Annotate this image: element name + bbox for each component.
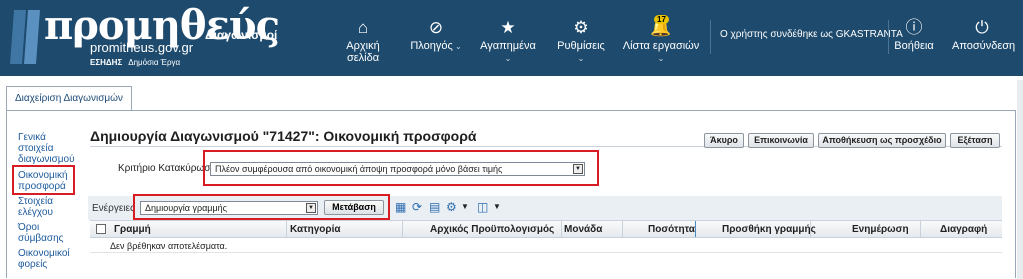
sidebar-item-contract-terms[interactable]: Όροι σύμβασης	[18, 222, 64, 244]
column-divider	[695, 221, 696, 237]
logo-site: promitheus.gov.gr	[90, 40, 194, 55]
column-header-delete[interactable]: Διαγραφή	[940, 224, 987, 235]
column-divider	[402, 221, 403, 237]
column-divider	[810, 221, 811, 237]
chevron-down-icon[interactable]: ▼	[461, 202, 469, 211]
columns-icon[interactable]: ◫	[477, 200, 488, 214]
nav-divider	[888, 20, 889, 54]
empty-results-row: Δεν βρέθηκαν αποτελέσματα.	[90, 238, 1002, 253]
logo-esidis: ΕΣΗΔΗΣ Δημόσια Έργα	[90, 58, 181, 67]
help-icon: ⓘ	[905, 18, 923, 37]
column-header-quantity[interactable]: Ποσότητα	[648, 224, 695, 235]
nav-worklist[interactable]: 🔔 17 Λίστα εργασιών ⌄	[620, 15, 702, 64]
column-divider	[920, 221, 921, 237]
column-header-add-line[interactable]: Προσθήκη γραμμής	[722, 224, 816, 235]
highlight-box-actions	[133, 194, 390, 220]
column-header-line[interactable]: Γραμμή	[114, 224, 151, 235]
chevron-down-icon: ⌄	[504, 54, 512, 63]
sidebar-item-operators[interactable]: Οικονομικοί φορείς	[18, 248, 70, 270]
column-header-category[interactable]: Κατηγορία	[290, 224, 341, 235]
chevron-down-icon: ⌄	[577, 54, 585, 63]
logout-button[interactable]: ⏻ Αποσύνδεση	[952, 18, 1015, 52]
column-divider	[286, 221, 287, 237]
column-divider	[561, 221, 562, 237]
gear-icon: ⚙	[573, 18, 589, 37]
power-icon: ⏻	[975, 18, 989, 37]
nav-settings[interactable]: ⚙ Ρυθμίσεις ⌄	[553, 18, 609, 64]
refresh-icon[interactable]: ⟳	[412, 200, 422, 214]
column-header-update[interactable]: Ενημέρωση	[852, 224, 909, 235]
save-draft-button[interactable]: Αποθήκευση ως προσχέδιο	[818, 133, 946, 148]
review-button[interactable]: Εξέταση	[950, 133, 1000, 148]
navigator-icon: ⊘	[428, 18, 444, 37]
tab-bar: Διαχείριση Διαγωνισμών	[0, 82, 1023, 110]
chevron-down-icon[interactable]: ▼	[493, 202, 501, 211]
worklist-count-badge: 17	[654, 15, 669, 24]
cancel-button[interactable]: Άκυρο	[704, 133, 744, 148]
prometheus-logo-icon	[10, 10, 40, 64]
detach-icon[interactable]: ▦	[395, 200, 406, 214]
home-icon: ⌂	[357, 18, 369, 37]
select-all-checkbox[interactable]	[96, 224, 106, 234]
column-divider	[622, 221, 623, 237]
logged-in-user: Ο χρήστης συνδέθηκε ως GKASTRANTA	[720, 29, 903, 40]
gear-icon[interactable]: ⚙	[446, 200, 457, 214]
export-icon[interactable]: ▤	[429, 200, 440, 214]
actions-label: Ενέργειες	[92, 203, 135, 214]
highlight-box-sidebar	[12, 165, 75, 195]
page-title: Δημιουργία Διαγωνισμού "71427": Οικονομι…	[90, 128, 477, 144]
star-icon: ★	[500, 18, 516, 37]
top-banner: προμηθεύς Διαγωνισμοί promitheus.gov.gr …	[0, 0, 1023, 76]
help-button[interactable]: ⓘ Βοήθεια	[892, 18, 936, 52]
right-gutter	[1017, 80, 1023, 279]
nav-navigator[interactable]: ⊘ Πλοηγός ⌄	[410, 18, 462, 52]
highlight-box-criterion	[203, 150, 599, 186]
sidebar-item-general[interactable]: Γενικά στοιχεία διαγωνισμού	[18, 132, 75, 165]
logo-section-label: Διαγωνισμοί	[205, 28, 278, 42]
sidebar-item-audit[interactable]: Στοιχεία ελέγχου	[18, 196, 53, 218]
column-header-initial-budget[interactable]: Αρχικός Προϋπολογισμός	[430, 224, 554, 235]
nav-home[interactable]: ⌂ Αρχική σελίδα	[333, 18, 393, 64]
tab-contest-management[interactable]: Διαχείριση Διαγωνισμών	[6, 86, 132, 110]
column-header-unit[interactable]: Μονάδα	[564, 224, 602, 235]
contact-button[interactable]: Επικοινωνία	[748, 133, 814, 148]
chevron-down-icon: ⌄	[657, 54, 665, 63]
chevron-down-icon: ⌄	[452, 42, 462, 51]
nav-favorites[interactable]: ★ Αγαπημένα ⌄	[478, 18, 538, 64]
nav-divider	[710, 20, 711, 54]
